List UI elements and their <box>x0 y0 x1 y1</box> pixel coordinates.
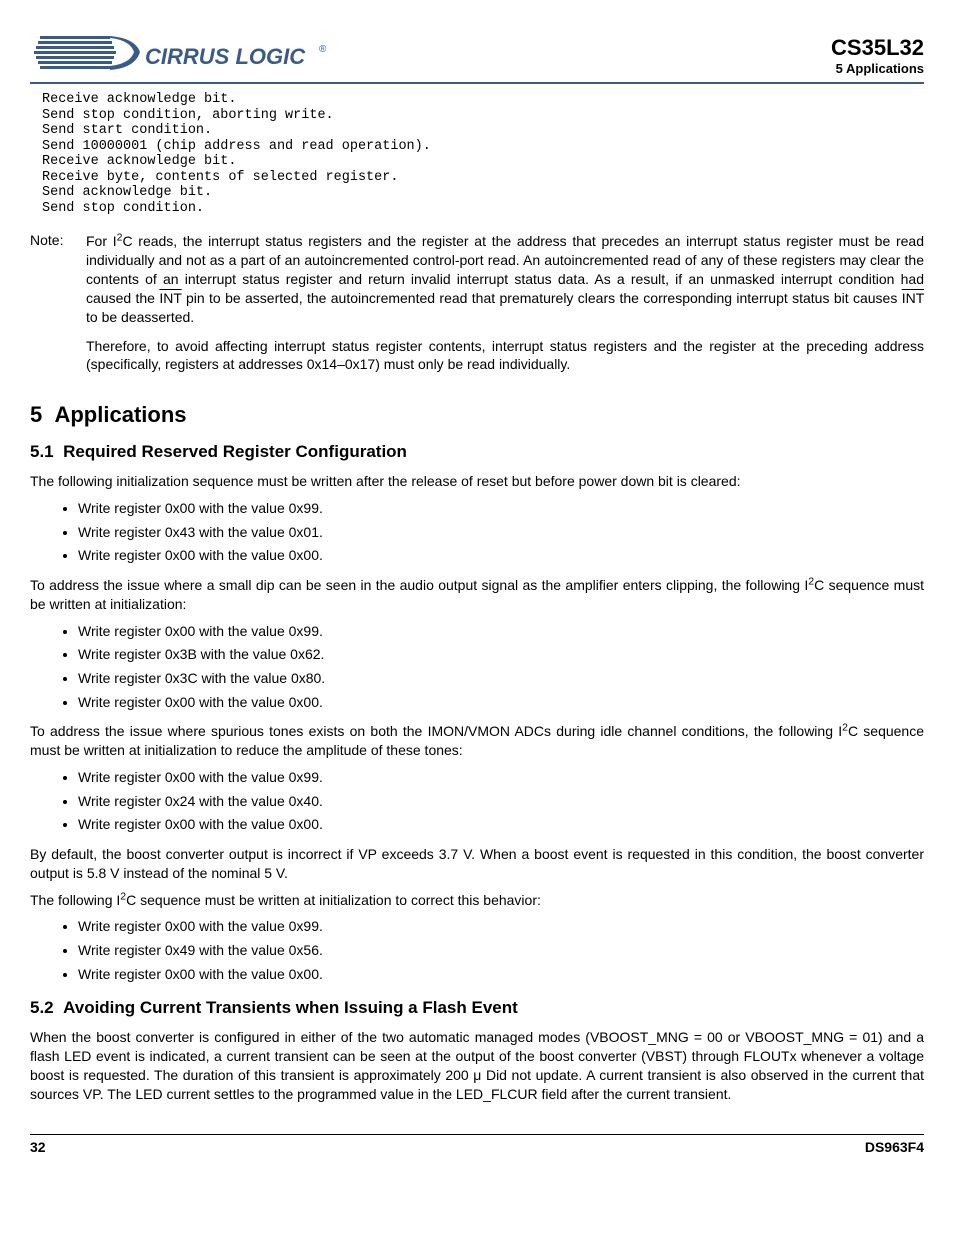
sec51-list-2: Write register 0x00 with the value 0x99.… <box>78 622 924 712</box>
code-block: Receive acknowledge bit. Send stop condi… <box>42 92 924 216</box>
sec51-para4: By default, the boost converter output i… <box>30 845 924 883</box>
list-item: Write register 0x00 with the value 0x99. <box>78 499 924 519</box>
section-5-1-heading: 5.1 Required Reserved Register Configura… <box>30 442 924 462</box>
doc-number: DS963F4 <box>865 1139 924 1155</box>
list-item: Write register 0x00 with the value 0x99. <box>78 917 924 937</box>
list-item: Write register 0x00 with the value 0x99. <box>78 768 924 788</box>
note-block: Note: For I2C reads, the interrupt statu… <box>30 232 924 384</box>
list-item: Write register 0x49 with the value 0x56. <box>78 941 924 961</box>
list-item: Write register 0x00 with the value 0x00. <box>78 965 924 985</box>
sec51-para3: To address the issue where spurious tone… <box>30 722 924 760</box>
sec51-list-4: Write register 0x00 with the value 0x99.… <box>78 917 924 984</box>
sec51-list-1: Write register 0x00 with the value 0x99.… <box>78 499 924 566</box>
note-paragraph-1: For I2C reads, the interrupt status regi… <box>86 232 924 326</box>
sec52-para: When the boost converter is configured i… <box>30 1028 924 1104</box>
note-label: Note: <box>30 232 86 384</box>
brand-text: CIRRUS LOGIC <box>145 44 306 69</box>
list-item: Write register 0x24 with the value 0x40. <box>78 792 924 812</box>
list-item: Write register 0x00 with the value 0x00. <box>78 546 924 566</box>
page-header: CIRRUS LOGIC ® CS35L32 5 Applications <box>30 30 924 84</box>
page-footer: 32 DS963F4 <box>30 1134 924 1155</box>
list-item: Write register 0x00 with the value 0x99. <box>78 622 924 642</box>
cirrus-logic-logo: CIRRUS LOGIC ® <box>30 30 330 80</box>
header-section-ref: 5 Applications <box>831 61 924 76</box>
section-5-heading: 5 Applications <box>30 402 924 428</box>
sec51-intro: The following initialization sequence mu… <box>30 472 924 491</box>
note-paragraph-2: Therefore, to avoid affecting interrupt … <box>86 337 924 375</box>
list-item: Write register 0x00 with the value 0x00. <box>78 815 924 835</box>
section-5-2-heading: 5.2 Avoiding Current Transients when Iss… <box>30 998 924 1018</box>
sec51-para5: The following I2C sequence must be writt… <box>30 891 924 910</box>
sec51-para2: To address the issue where a small dip c… <box>30 576 924 614</box>
header-right: CS35L32 5 Applications <box>831 35 924 76</box>
note-body: For I2C reads, the interrupt status regi… <box>86 232 924 384</box>
list-item: Write register 0x3C with the value 0x80. <box>78 669 924 689</box>
list-item: Write register 0x00 with the value 0x00. <box>78 693 924 713</box>
list-item: Write register 0x3B with the value 0x62. <box>78 645 924 665</box>
svg-text:®: ® <box>319 44 327 55</box>
page-number: 32 <box>30 1139 46 1155</box>
part-number: CS35L32 <box>831 35 924 61</box>
sec51-list-3: Write register 0x00 with the value 0x99.… <box>78 768 924 835</box>
list-item: Write register 0x43 with the value 0x01. <box>78 523 924 543</box>
